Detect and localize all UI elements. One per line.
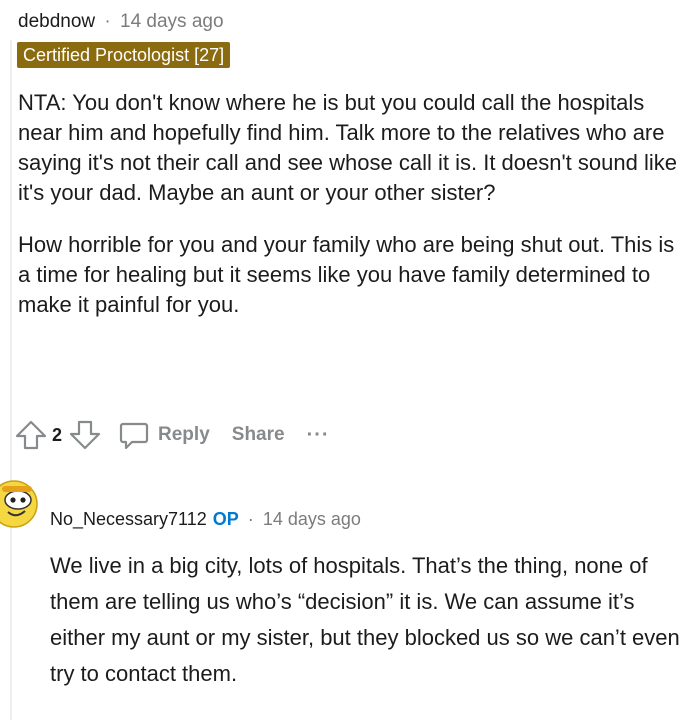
share-button[interactable]: Share xyxy=(232,424,285,446)
speech-bubble-icon xyxy=(118,419,150,451)
snoo-avatar-icon[interactable] xyxy=(0,478,40,530)
comment-author[interactable]: debdnow xyxy=(18,11,95,32)
comment-actions: 2 Reply Share ··· xyxy=(14,416,330,454)
comment-time[interactable]: 14 days ago xyxy=(120,11,224,32)
downvote-arrow-icon[interactable] xyxy=(68,418,102,452)
op-badge: OP xyxy=(212,509,239,529)
comment-paragraph: How horrible for you and your family who… xyxy=(18,232,675,317)
vote-count: 2 xyxy=(52,424,63,445)
meta-separator: · xyxy=(104,11,111,32)
reply-body: We live in a big city, lots of hospitals… xyxy=(50,548,680,692)
upvote-arrow-icon[interactable] xyxy=(14,418,48,452)
reply-meta: No_Necessary7112 OP · 14 days ago xyxy=(50,507,361,531)
thread-line[interactable] xyxy=(10,40,12,720)
reply-label: Reply xyxy=(158,424,210,445)
more-options-button[interactable]: ··· xyxy=(307,424,330,447)
user-flair: Certified Proctologist [27] xyxy=(17,42,231,68)
reply-time[interactable]: 14 days ago xyxy=(263,509,361,529)
comment-meta: debdnow · 14 days ago xyxy=(18,10,224,34)
comment-paragraph: NTA: You don't know where he is but you … xyxy=(18,90,677,205)
meta-separator: · xyxy=(247,509,254,529)
reply-button[interactable]: Reply xyxy=(118,419,210,451)
comment-body: NTA: You don't know where he is but you … xyxy=(18,88,678,342)
reply-author[interactable]: No_Necessary7112 xyxy=(50,509,207,529)
reply-text: We live in a big city, lots of hospitals… xyxy=(50,553,680,686)
